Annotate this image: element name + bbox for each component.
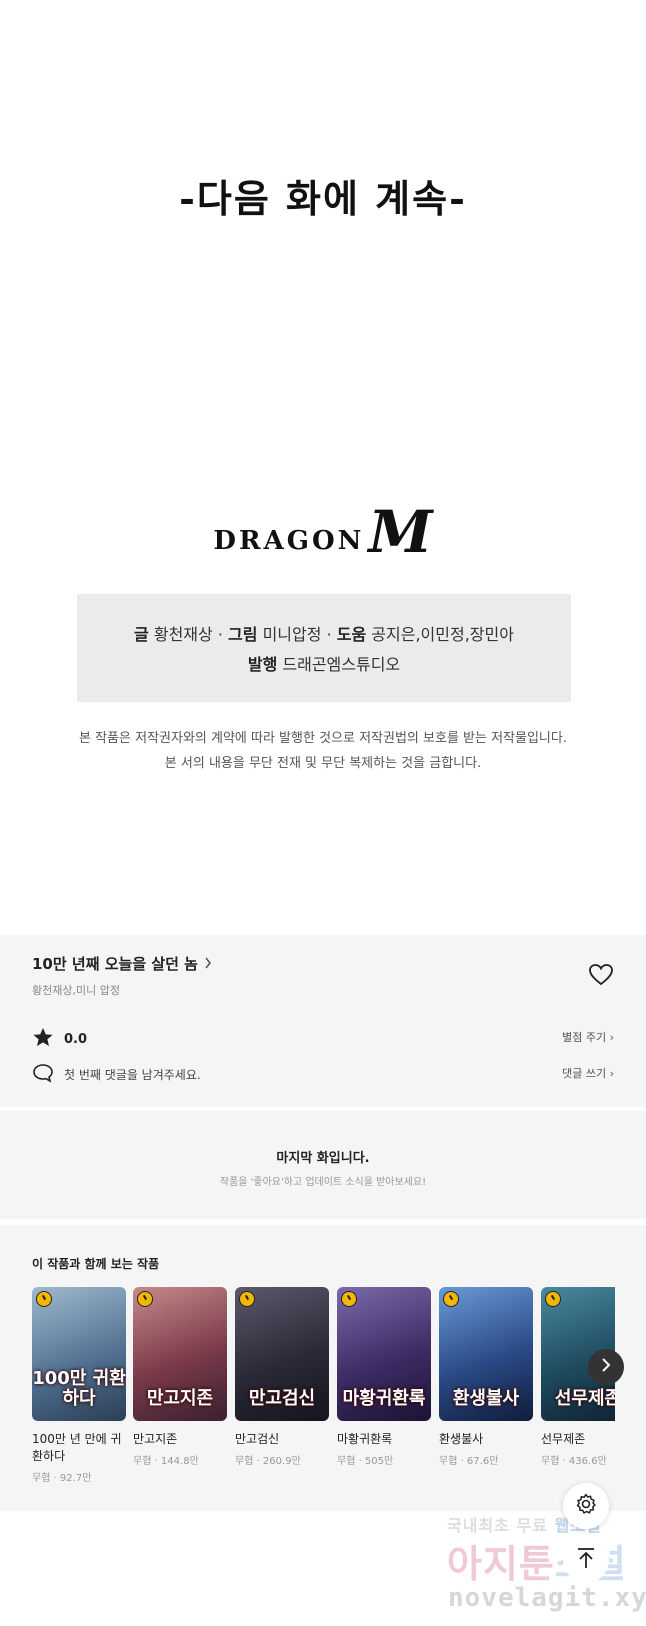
comment-prompt: 첫 번째 댓글을 남겨주세요. xyxy=(64,1068,201,1082)
art-name: 미니압정 xyxy=(262,625,322,644)
writer-name: 황천재상 xyxy=(153,625,213,644)
recommendation-card[interactable]: 마황귀환록 마황귀환록 무협 · 505만 xyxy=(337,1287,431,1467)
chevron-right-icon xyxy=(601,1357,611,1377)
write-comment-button[interactable]: 댓글 쓰기 › xyxy=(562,1065,614,1081)
separator: · xyxy=(217,625,223,644)
publisher-name: 드래곤엠스튜디오 xyxy=(282,655,401,674)
comment-icon xyxy=(32,1063,54,1086)
recommendation-card[interactable]: 100만 귀환하다 100만 년 만에 귀환하다 무협 · 92.7만 xyxy=(32,1287,126,1484)
rate-button[interactable]: 별점 주기 › xyxy=(562,1029,614,1045)
clock-badge-icon xyxy=(239,1291,255,1307)
recommendations-section: 이 작품과 함께 보는 작품 100만 귀환하다 100만 년 만에 귀환하다 … xyxy=(0,1225,646,1511)
card-title: 선무제존 xyxy=(541,1432,586,1446)
logo-letter: M xyxy=(368,498,433,566)
watermark-line-3: novelagit.xyz xyxy=(448,1583,646,1613)
cover-title: 만고검신 xyxy=(248,1388,316,1409)
credits-box: 글 황천재상 · 그림 미니압정 · 도움 공지은,이민정,장민아 발행 드래곤… xyxy=(77,594,571,702)
cover-title: 100만 귀환하다 xyxy=(32,1368,126,1409)
last-episode-panel: 마지막 화입니다. 작품을 '좋아요'하고 업데이트 소식을 받아보세요! xyxy=(0,1111,646,1219)
carousel-next-button[interactable] xyxy=(588,1349,624,1385)
card-title: 만고지존 xyxy=(133,1432,178,1446)
comment-row[interactable]: 첫 번째 댓글을 남겨주세요. xyxy=(32,1063,201,1086)
heart-icon[interactable] xyxy=(588,963,614,987)
card-meta: 무협 · 505만 xyxy=(337,1456,394,1467)
logo-text: DRAGON xyxy=(213,526,365,556)
writer-label: 글 xyxy=(134,625,149,644)
cover-image: 100만 귀환하다 xyxy=(32,1287,126,1421)
card-meta: 무협 · 260.9만 xyxy=(235,1456,301,1467)
cover-image: 만고지존 xyxy=(133,1287,227,1421)
copyright-line-2: 본 서의 내용을 무단 전재 및 무단 복제하는 것을 금합니다. xyxy=(164,756,482,771)
rating-value: 0.0 xyxy=(64,1032,88,1047)
card-title: 마황귀환록 xyxy=(337,1432,393,1446)
cover-image: 환생불사 xyxy=(439,1287,533,1421)
clock-badge-icon xyxy=(545,1291,561,1307)
credits-line-1: 글 황천재상 · 그림 미니압정 · 도움 공지은,이민정,장민아 xyxy=(134,621,514,645)
last-episode-title: 마지막 화입니다. xyxy=(276,1151,370,1166)
assist-label: 도움 xyxy=(336,625,367,644)
publisher-label: 발행 xyxy=(247,655,278,674)
card-meta: 무협 · 67.6만 xyxy=(439,1456,499,1467)
cover-title: 만고지존 xyxy=(146,1388,214,1409)
copyright-notice: 본 작품은 저작권자와의 계약에 따라 발행한 것으로 저작권법의 보호를 받는… xyxy=(0,726,646,776)
publisher-logo: DRAGON M xyxy=(0,498,646,566)
arrow-up-icon xyxy=(575,1546,597,1574)
assist-names: 공지은,이민정,장민아 xyxy=(371,625,514,644)
cover-title: 선무제존 xyxy=(554,1388,615,1409)
recommendation-card[interactable]: 환생불사 환생불사 무협 · 67.6만 xyxy=(439,1287,533,1467)
card-meta: 무협 · 436.6만 xyxy=(541,1456,607,1467)
work-authors: 황천재상,미니 압정 xyxy=(32,984,120,997)
work-title: 10만 년째 오늘을 살던 놈 xyxy=(32,955,198,973)
copyright-line-1: 본 작품은 저작권자와의 계약에 따라 발행한 것으로 저작권법의 보호를 받는… xyxy=(79,731,567,746)
cover-image: 마황귀환록 xyxy=(337,1287,431,1421)
gear-icon xyxy=(574,1492,598,1520)
work-info-card: 10만 년째 오늘을 살던 놈 황천재상,미니 압정 0.0 별점 주기 › 첫… xyxy=(0,935,646,1107)
recommendations-heading: 이 작품과 함께 보는 작품 xyxy=(32,1257,160,1271)
rating-row: 0.0 xyxy=(32,1027,87,1052)
card-meta: 무협 · 144.8만 xyxy=(133,1456,199,1467)
card-title: 100만 년 만에 귀환하다 xyxy=(32,1432,122,1463)
card-title: 만고검신 xyxy=(235,1432,280,1446)
art-label: 그림 xyxy=(228,625,258,644)
work-title-link[interactable]: 10만 년째 오늘을 살던 놈 xyxy=(32,953,212,974)
clock-badge-icon xyxy=(36,1291,52,1307)
chevron-right-icon xyxy=(204,955,212,973)
clock-badge-icon xyxy=(341,1291,357,1307)
recommendation-card[interactable]: 만고지존 만고지존 무협 · 144.8만 xyxy=(133,1287,227,1467)
cover-image: 만고검신 xyxy=(235,1287,329,1421)
watermark-text: 아지툰 xyxy=(447,1542,555,1586)
star-icon xyxy=(32,1027,54,1052)
scroll-to-top-button[interactable] xyxy=(563,1537,609,1583)
clock-badge-icon xyxy=(137,1291,153,1307)
card-title: 환생불사 xyxy=(439,1432,484,1446)
recommendation-card[interactable]: 만고검신 만고검신 무협 · 260.9만 xyxy=(235,1287,329,1467)
cover-title: 환생불사 xyxy=(452,1388,520,1409)
cover-title: 마황귀환록 xyxy=(342,1388,426,1409)
last-episode-subtitle: 작품을 '좋아요'하고 업데이트 소식을 받아보세요! xyxy=(219,1177,427,1188)
card-meta: 무협 · 92.7만 xyxy=(32,1473,92,1484)
settings-button[interactable] xyxy=(563,1483,609,1529)
clock-badge-icon xyxy=(443,1291,459,1307)
credits-line-2: 발행 드래곤엠스튜디오 xyxy=(248,651,400,675)
separator: · xyxy=(326,625,332,644)
continue-notice: -다음 화에 계속- xyxy=(179,176,467,221)
